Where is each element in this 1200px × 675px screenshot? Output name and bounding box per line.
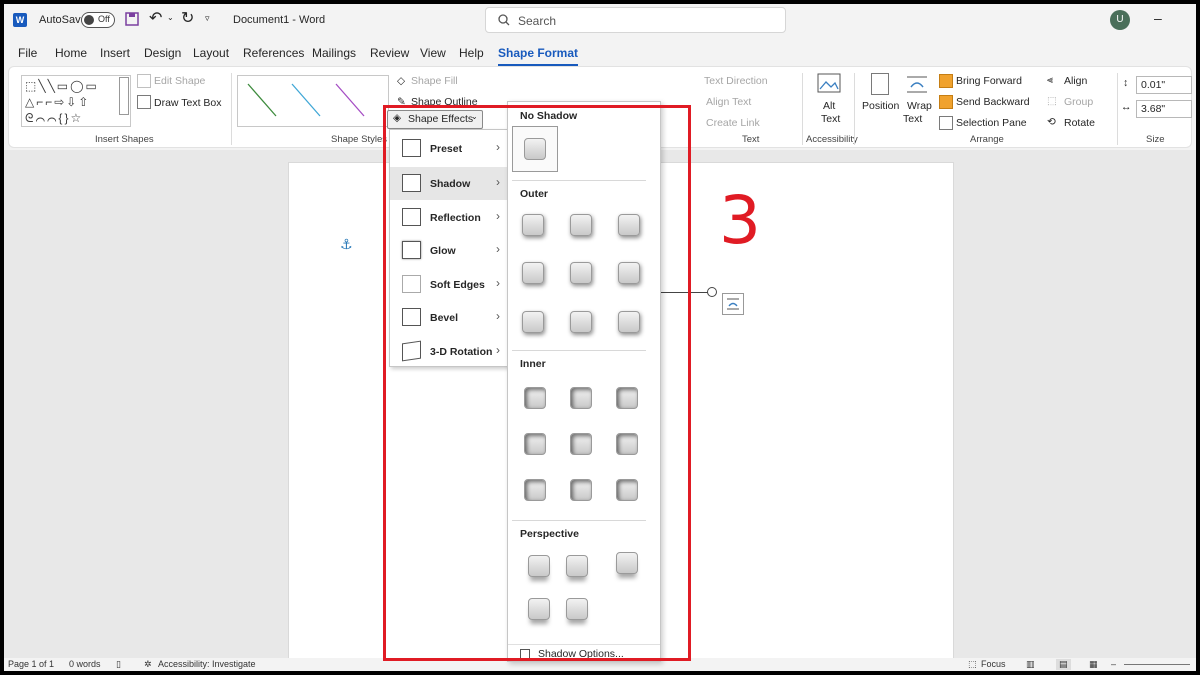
position-icon xyxy=(871,73,889,95)
selection-pane-button[interactable]: Selection Pane xyxy=(956,117,1027,129)
accessibility-icon: ✲ xyxy=(144,659,152,669)
zoom-slider[interactable] xyxy=(1124,664,1190,665)
bring-forward-icon xyxy=(939,74,953,88)
insert-shapes-group-label: Insert Shapes xyxy=(95,134,154,145)
highlight-box xyxy=(383,105,691,661)
toggle-knob xyxy=(84,15,94,25)
tab-insert[interactable]: Insert xyxy=(100,46,130,60)
save-icon[interactable] xyxy=(125,12,139,26)
alt-text-icon xyxy=(817,73,841,93)
bring-forward-button[interactable]: Bring Forward xyxy=(956,75,1022,87)
group-divider xyxy=(1117,73,1118,145)
create-link-button[interactable]: Create Link xyxy=(706,117,760,129)
search-box[interactable]: Search xyxy=(485,7,786,33)
width-icon: ↔ xyxy=(1121,101,1132,113)
user-avatar[interactable]: U xyxy=(1110,10,1130,30)
customize-toolbar-icon[interactable]: ▿ xyxy=(205,13,210,24)
tab-help[interactable]: Help xyxy=(459,46,484,60)
edit-shape-icon xyxy=(137,74,151,88)
text-box-icon xyxy=(137,95,151,109)
search-placeholder: Search xyxy=(518,14,557,28)
draw-text-box-button[interactable]: Draw Text Box xyxy=(154,97,222,109)
word-logo-icon: W xyxy=(13,13,27,27)
tab-home[interactable]: Home xyxy=(55,46,87,60)
undo-dropdown-icon[interactable]: ⌄ xyxy=(167,13,174,22)
tab-file[interactable]: File xyxy=(18,46,37,60)
rotate-button[interactable]: Rotate xyxy=(1064,117,1095,129)
group-button[interactable]: Group xyxy=(1064,96,1093,108)
tab-shape-format[interactable]: Shape Format xyxy=(498,46,579,66)
arrange-group-label: Arrange xyxy=(970,134,1004,145)
read-mode-icon[interactable]: ▥ xyxy=(1026,659,1035,670)
shape-fill-icon: ◇ xyxy=(397,75,406,87)
redo-icon[interactable]: ↻ xyxy=(181,8,194,28)
size-group-label: Size xyxy=(1146,134,1165,145)
wrap-text-line2[interactable]: Text xyxy=(903,113,922,125)
shape-fill-button[interactable]: Shape Fill xyxy=(411,75,458,87)
alt-text-line1[interactable]: Alt xyxy=(823,100,835,112)
minimize-icon[interactable]: – xyxy=(1154,10,1162,26)
anchor-icon: ⚓ xyxy=(340,236,353,252)
title-bar: W AutoSave Off ↶ ⌄ ↻ ▿ Document1 - Word … xyxy=(4,4,1196,38)
group-divider xyxy=(802,73,803,145)
search-icon xyxy=(498,14,510,26)
word-count[interactable]: 0 words xyxy=(69,659,101,669)
step-annotation: 3 xyxy=(719,182,761,259)
layout-options-icon xyxy=(727,298,739,310)
shapes-gallery-scroll[interactable] xyxy=(119,77,129,115)
autosave-toggle[interactable]: Off xyxy=(81,12,115,28)
text-group-label: Text xyxy=(742,134,760,145)
shape-styles-gallery[interactable] xyxy=(237,75,389,127)
accessibility-group-label: Accessibility xyxy=(806,134,858,145)
resize-handle[interactable] xyxy=(707,287,717,297)
undo-icon[interactable]: ↶ xyxy=(149,8,162,28)
word-window: W AutoSave Off ↶ ⌄ ↻ ▿ Document1 - Word … xyxy=(4,4,1196,671)
accessibility-status[interactable]: Accessibility: Investigate xyxy=(158,659,256,669)
group-divider xyxy=(231,73,232,145)
text-direction-button[interactable]: Text Direction xyxy=(704,75,768,87)
align-button[interactable]: Align xyxy=(1064,75,1087,87)
proofing-icon[interactable]: ▯ xyxy=(116,659,121,670)
edit-shape-button[interactable]: Edit Shape xyxy=(154,75,205,87)
focus-button[interactable]: Focus xyxy=(981,659,1006,669)
tab-design[interactable]: Design xyxy=(144,46,181,60)
group-icon: ⬚ xyxy=(1047,95,1057,107)
menu-bar: File Home Insert Design Layout Reference… xyxy=(4,38,1196,66)
autosave-label: AutoSave xyxy=(39,14,87,26)
tab-references[interactable]: References xyxy=(243,46,304,60)
send-backward-icon xyxy=(939,95,953,109)
document-title: Document1 - Word xyxy=(233,14,326,26)
wrap-text-line1[interactable]: Wrap xyxy=(907,100,932,112)
align-icon: ⫷ xyxy=(1047,74,1053,86)
rotate-icon: ⟲ xyxy=(1047,116,1056,128)
height-icon: ↕ xyxy=(1123,77,1129,89)
focus-icon: ⬚ xyxy=(968,659,977,669)
web-layout-icon[interactable]: ▦ xyxy=(1089,659,1098,670)
shapes-gallery[interactable]: ⬚╲╲▭◯▭ △⌐⌐⇨⇩⇧ ᘓ⌒⌒{}☆ xyxy=(21,75,131,127)
tab-review[interactable]: Review xyxy=(370,46,409,60)
wrap-text-icon xyxy=(907,76,927,93)
shape-styles-group-label: Shape Styles xyxy=(331,134,387,145)
shapes-gallery-glyphs: ⬚╲╲▭◯▭ △⌐⌐⇨⇩⇧ ᘓ⌒⌒{}☆ xyxy=(25,79,99,125)
align-text-button[interactable]: Align Text xyxy=(706,96,751,108)
autosave-state: Off xyxy=(98,14,110,24)
layout-options-button[interactable] xyxy=(722,293,744,315)
height-field[interactable]: 0.01" xyxy=(1136,76,1192,94)
selection-pane-icon xyxy=(939,116,953,130)
alt-text-line2[interactable]: Text xyxy=(821,113,840,125)
tab-mailings[interactable]: Mailings xyxy=(312,46,356,60)
width-field[interactable]: 3.68" xyxy=(1136,100,1192,118)
position-button[interactable]: Position xyxy=(862,100,899,112)
zoom-out-icon[interactable]: – xyxy=(1111,659,1116,669)
line-style-previews xyxy=(247,83,365,117)
tab-layout[interactable]: Layout xyxy=(193,46,229,60)
page-count[interactable]: Page 1 of 1 xyxy=(8,659,54,669)
tab-view[interactable]: View xyxy=(420,46,446,60)
group-divider xyxy=(854,73,855,145)
print-layout-icon[interactable]: ▤ xyxy=(1056,659,1071,670)
send-backward-button[interactable]: Send Backward xyxy=(956,96,1030,108)
